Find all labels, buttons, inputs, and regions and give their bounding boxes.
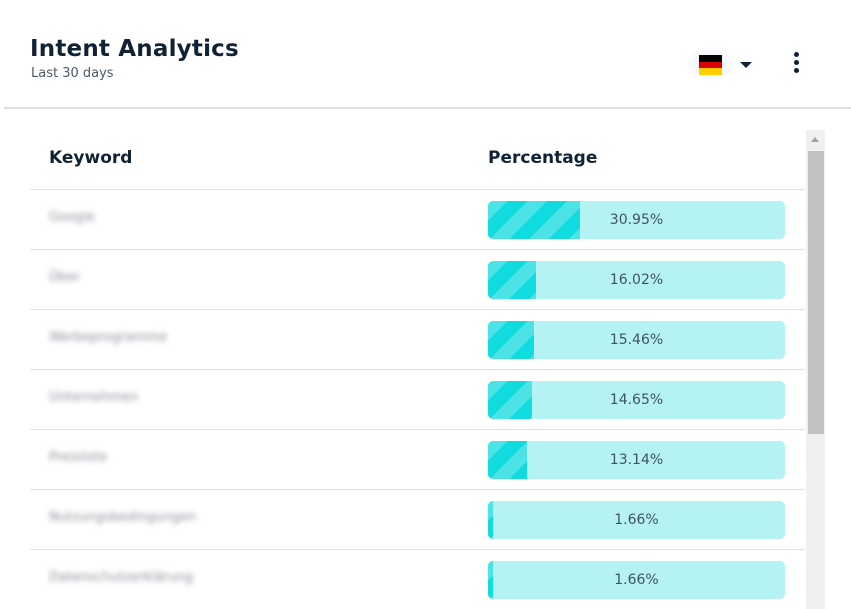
percentage-value: 16.02% [609,272,664,288]
more-options-button[interactable] [786,48,806,76]
table-row: Über 16.02% [30,250,805,310]
keyword-text-blurred: Datenschutzerklärung [49,570,194,585]
percentage-value: 1.66% [614,572,659,588]
chevron-down-icon [740,62,752,68]
language-select[interactable] [684,46,760,82]
vertical-scrollbar[interactable] [806,130,825,609]
scrollbar-thumb[interactable] [808,151,824,434]
column-header-keyword: Keyword [49,148,133,168]
keyword-cell: Google [30,190,220,249]
keyword-cell: Über [30,250,220,309]
percentage-value: 13.14% [609,452,664,468]
page-title: Intent Analytics [30,36,239,62]
keyword-cell: Datenschutzerklärung [30,550,220,609]
keyword-table: Keyword Percentage Google 30.95% Über 16.02… [30,128,805,609]
percentage-value: 1.66% [614,512,659,528]
keyword-text-blurred: Google [49,210,95,225]
percentage-bar: 13.14% [488,441,785,479]
keyword-text-blurred: Über [49,270,81,285]
card-header: Intent Analytics Last 30 days [0,0,851,109]
header-divider [4,107,851,109]
keyword-text-blurred: Unternehmen [49,390,139,405]
date-range-label: Last 30 days [31,66,114,81]
column-header-percentage: Percentage [488,148,598,168]
keyword-text-blurred: Nutzungsbedingungen [49,510,196,525]
table-header: Keyword Percentage [30,128,805,190]
keyword-text-blurred: Preisliste [49,450,108,465]
percentage-value: 14.65% [609,392,664,408]
percentage-bar: 1.66% [488,561,785,599]
keyword-text-blurred: Werbeprogramme [49,330,167,345]
table-row: Preisliste 13.14% [30,430,805,490]
scroll-up-arrow-icon[interactable] [806,130,825,150]
percentage-bar: 1.66% [488,501,785,539]
percentage-bar: 30.95% [488,201,785,239]
more-vertical-icon [793,51,799,57]
keyword-cell: Preisliste [30,430,220,489]
keyword-cell: Nutzungsbedingungen [30,490,220,549]
table-row: Nutzungsbedingungen 1.66% [30,490,805,550]
keyword-cell: Werbeprogramme [30,310,220,369]
germany-flag-icon [699,55,722,76]
percentage-bar: 16.02% [488,261,785,299]
keyword-cell: Unternehmen [30,370,220,429]
percentage-value: 30.95% [609,212,664,228]
table-row: Datenschutzerklärung 1.66% [30,550,805,609]
percentage-value: 15.46% [609,332,664,348]
percentage-bar: 14.65% [488,381,785,419]
percentage-bar: 15.46% [488,321,785,359]
table-row: Werbeprogramme 15.46% [30,310,805,370]
table-row: Unternehmen 14.65% [30,370,805,430]
table-row: Google 30.95% [30,190,805,250]
